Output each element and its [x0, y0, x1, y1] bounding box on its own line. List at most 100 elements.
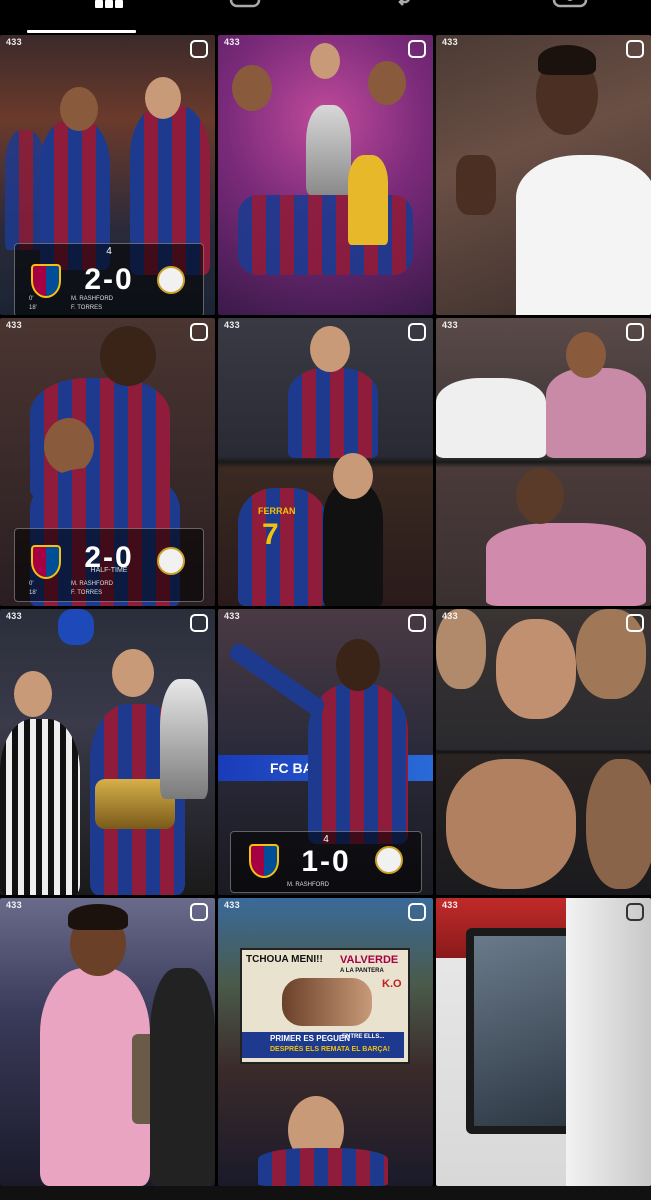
player-head [368, 61, 406, 105]
carousel-icon [408, 903, 426, 921]
brand-watermark: 433 [224, 37, 240, 47]
banner-text: K.O [382, 978, 402, 990]
coach-face [496, 619, 576, 719]
banner-text: VALVERDE [340, 954, 399, 966]
carousel-icon [408, 614, 426, 632]
scorer-name: F. TORRES [71, 305, 103, 311]
referee-figure [0, 719, 80, 895]
repost-icon [397, 0, 410, 6]
post-tile[interactable]: 433 4 2-0 M. RASHFORD F. TORRES 0' 18' [0, 35, 215, 315]
carousel-icon [626, 323, 644, 341]
score-text: 2-0 [84, 263, 134, 296]
person-figure [486, 523, 646, 606]
brand-watermark: 433 [6, 320, 22, 330]
brand-watermark: 433 [442, 37, 458, 47]
coach-head [333, 453, 373, 499]
fcb-crest-icon [31, 264, 61, 298]
brand-watermark: 433 [442, 611, 458, 621]
shirt-number: 7 [262, 518, 279, 551]
banner-footer: PRIMER ES PEGUEN ENTRE ELLS... DESPRÉS E… [242, 1032, 404, 1058]
carousel-icon [190, 40, 208, 58]
player-head [310, 43, 340, 79]
scorer-name: F. TORRES [71, 590, 103, 596]
post-tile[interactable]: TCHOUA MENI!! VALVERDE A LA PANTERA K.O … [218, 898, 433, 1186]
brand-watermark: 433 [6, 37, 22, 47]
person-figure [150, 968, 215, 1186]
player-head [336, 639, 380, 691]
banner-text: ENTRE ELLS... [342, 1034, 385, 1040]
real-madrid-crest-icon [157, 547, 185, 575]
scorer-name: M. RASHFORD [71, 581, 113, 587]
post-tile[interactable]: 433 [218, 35, 433, 315]
player-figure: FERRAN 7 [238, 488, 328, 606]
brand-watermark: 433 [224, 900, 240, 910]
referee-head [14, 671, 52, 717]
carousel-icon [408, 40, 426, 58]
active-tab-indicator [27, 30, 136, 33]
hand-gesture [456, 155, 496, 215]
score-text: 1-0 [301, 845, 351, 878]
real-madrid-crest-icon [375, 846, 403, 874]
carousel-icon [626, 614, 644, 632]
cartoon-fighters [282, 978, 372, 1026]
person-head [516, 468, 564, 524]
post-tile[interactable]: 433 [436, 898, 651, 1186]
fcb-crest-icon [249, 844, 279, 878]
player-figure [5, 130, 45, 250]
staff-face [436, 609, 486, 689]
brand-watermark: 433 [224, 611, 240, 621]
goal-minute: 0' [29, 296, 34, 302]
scorer-name: M. RASHFORD [287, 882, 329, 888]
goal-minute: 0' [29, 581, 34, 587]
post-tile[interactable]: 433 [0, 609, 215, 895]
tab-tagged[interactable] [489, 0, 651, 34]
post-tile[interactable]: FERRAN 7 433 [218, 318, 433, 606]
trophy-icon [306, 105, 351, 195]
brand-watermark: 433 [442, 900, 458, 910]
tab-reels[interactable] [163, 0, 326, 34]
banner-text: DESPRÉS ELS REMATA EL BARÇA! [270, 1046, 390, 1053]
shirt-name: FERRAN [258, 506, 296, 516]
player-head [232, 65, 272, 111]
carousel-icon [190, 614, 208, 632]
goal-minute: 18' [29, 590, 37, 596]
post-tile[interactable]: 433 [436, 318, 651, 606]
match-minute: 4 [323, 834, 329, 845]
brand-watermark: 433 [6, 611, 22, 621]
reels-icon [229, 0, 260, 8]
player-figure [516, 155, 651, 315]
carousel-icon [626, 903, 644, 921]
player-head [145, 77, 181, 119]
bus-door [566, 898, 651, 1186]
carousel-icon [408, 323, 426, 341]
tagged-icon [552, 0, 588, 8]
post-tile[interactable]: 433 [0, 898, 215, 1186]
post-tile[interactable]: 433 2-0 HALF-TIME M. RASHFORD F. TORRES … [0, 318, 215, 606]
player-hair [538, 45, 596, 75]
banner-text: A LA PANTERA [340, 968, 384, 974]
coach-figure [323, 483, 383, 606]
player-head [60, 87, 98, 131]
match-minute: 4 [106, 246, 112, 257]
player-figure [288, 368, 378, 458]
profile-tab-bar [0, 0, 651, 34]
score-overlay: 4 1-0 M. RASHFORD [230, 831, 422, 893]
banner-text: TCHOUA MENI!! [246, 954, 323, 965]
player-head [44, 418, 94, 474]
carousel-icon [626, 40, 644, 58]
post-tile[interactable]: 433 [436, 35, 651, 315]
carousel-icon [190, 323, 208, 341]
tab-reposts[interactable] [326, 0, 489, 34]
grid-icon [94, 0, 123, 8]
fan-figure [258, 1148, 388, 1186]
brand-watermark: 433 [442, 320, 458, 330]
carousel-icon [190, 903, 208, 921]
banner-text: PRIMER ES PEGUEN [270, 1034, 351, 1043]
person-head [566, 332, 606, 378]
brand-watermark: 433 [6, 900, 22, 910]
player-head [112, 649, 154, 697]
boxing-glove-icon [58, 609, 94, 645]
post-tile[interactable]: 433 [436, 609, 651, 895]
post-tile[interactable]: FC BARCELONA 433 4 1-0 M. RASHFORD [218, 609, 433, 895]
real-madrid-crest-icon [157, 266, 185, 294]
